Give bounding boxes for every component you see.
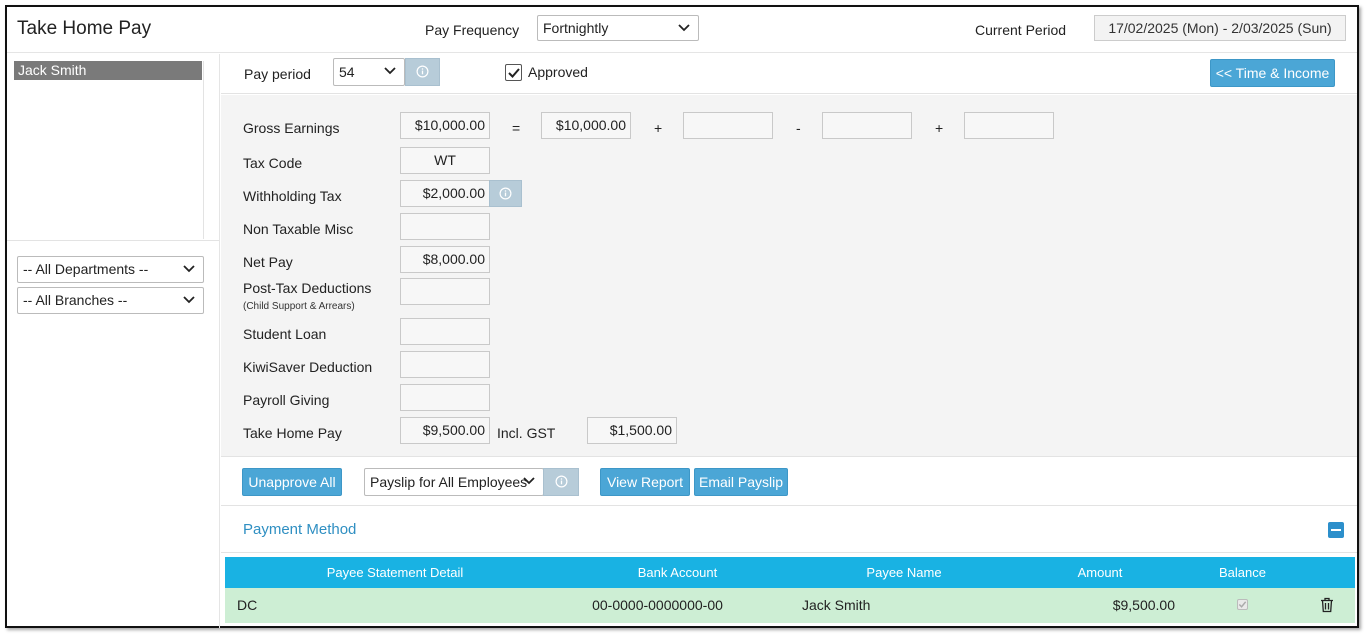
collapse-icon[interactable] <box>1328 522 1344 538</box>
pay-period-bar: Pay period 54 Approved << Time & Income <box>221 54 1357 94</box>
withholding-tax-info-button[interactable] <box>489 180 522 207</box>
view-report-button[interactable]: View Report <box>600 468 690 496</box>
approved-checkbox[interactable] <box>505 64 522 81</box>
balance-checkbox[interactable] <box>1237 599 1248 610</box>
gross-earnings-field[interactable]: $10,000.00 <box>400 112 490 139</box>
column-header-amount: Amount <box>1077 565 1123 580</box>
department-filter-value: -- All Departments -- <box>23 261 149 277</box>
divider <box>7 240 219 241</box>
pay-frequency-value: Fortnightly <box>543 20 609 36</box>
table-row[interactable]: DC 00-0000-0000000-00 Jack Smith $9,500.… <box>225 588 1355 623</box>
page-title: Take Home Pay <box>17 18 152 39</box>
kiwisaver-field[interactable] <box>400 351 490 378</box>
header: Take Home Pay Pay Frequency Fortnightly … <box>7 7 1357 53</box>
take-home-pay-label: Take Home Pay <box>243 425 342 441</box>
gross-part2-field[interactable] <box>683 112 773 139</box>
amount-cell[interactable]: $9,500.00 <box>1055 588 1175 623</box>
column-header-bank-account: Bank Account <box>637 565 718 580</box>
chevron-down-icon <box>183 257 195 281</box>
pay-details-form: Gross Earnings $10,000.00 = $10,000.00 +… <box>221 95 1357 457</box>
employee-list-item[interactable]: Jack Smith <box>14 61 202 80</box>
time-income-button[interactable]: << Time & Income <box>1210 59 1335 87</box>
post-tax-deductions-field[interactable] <box>400 278 490 305</box>
department-filter-select[interactable]: -- All Departments -- <box>17 256 204 283</box>
tax-code-field[interactable]: WT <box>400 147 490 174</box>
column-header-balance: Balance <box>1219 565 1266 580</box>
column-header-payee-statement-detail: Payee Statement Detail <box>326 565 464 580</box>
minus-sign: - <box>796 120 801 136</box>
payment-method-section: Payment Method <box>221 507 1357 553</box>
payroll-giving-label: Payroll Giving <box>243 392 330 408</box>
column-header-payee-name: Payee Name <box>866 565 942 580</box>
unapprove-all-button[interactable]: Unapprove All <box>242 468 342 496</box>
chevron-down-icon <box>678 16 690 40</box>
pay-frequency-select[interactable]: Fortnightly <box>537 15 699 41</box>
approved-label: Approved <box>528 64 588 80</box>
payslip-type-select[interactable]: Payslip for All Employees <box>364 468 544 496</box>
non-taxable-misc-field[interactable] <box>400 213 490 240</box>
gross-earnings-label: Gross Earnings <box>243 120 340 136</box>
non-taxable-misc-label: Non Taxable Misc <box>243 221 354 237</box>
chevron-down-icon <box>183 288 195 312</box>
plus-sign: + <box>935 120 944 136</box>
pay-frequency-label: Pay Frequency <box>425 22 520 38</box>
info-icon <box>406 65 439 78</box>
payee-statement-detail-cell[interactable]: DC <box>237 588 257 623</box>
net-pay-label: Net Pay <box>243 254 293 270</box>
gross-part1-field[interactable]: $10,000.00 <box>541 112 631 139</box>
table-header: Payee Statement Detail Bank Account Paye… <box>225 557 1355 588</box>
pay-period-info-button[interactable] <box>405 58 440 86</box>
kiwisaver-label: KiwiSaver Deduction <box>243 359 373 375</box>
student-loan-label: Student Loan <box>243 326 327 342</box>
branch-filter-value: -- All Branches -- <box>23 292 128 308</box>
employee-sidebar: Jack Smith -- All Departments -- -- All … <box>7 54 220 628</box>
payslip-actions-bar: Unapprove All Payslip for All Employees … <box>221 458 1357 506</box>
payroll-giving-field[interactable] <box>400 384 490 411</box>
chevron-down-icon <box>384 59 396 83</box>
payment-table: Payee Statement Detail Bank Account Paye… <box>225 557 1355 623</box>
net-pay-field[interactable]: $8,000.00 <box>400 246 490 273</box>
chevron-down-icon <box>523 469 535 493</box>
gross-part4-field[interactable] <box>964 112 1054 139</box>
equals-sign: = <box>512 120 521 136</box>
withholding-tax-field[interactable]: $2,000.00 <box>400 180 490 207</box>
tax-code-label: Tax Code <box>243 155 303 171</box>
current-period-field: 17/02/2025 (Mon) - 2/03/2025 (Sun) <box>1094 15 1346 41</box>
incl-gst-label: Incl. GST <box>497 425 556 441</box>
withholding-tax-label: Withholding Tax <box>243 188 342 204</box>
pay-period-value: 54 <box>339 64 355 80</box>
payslip-info-button[interactable] <box>543 468 579 496</box>
info-icon <box>490 187 521 200</box>
post-tax-deductions-sublabel: (Child Support & Arrears) <box>243 301 355 312</box>
email-payslip-button[interactable]: Email Payslip <box>694 468 788 496</box>
gross-part3-field[interactable] <box>822 112 912 139</box>
student-loan-field[interactable] <box>400 318 490 345</box>
plus-sign: + <box>654 120 663 136</box>
pay-period-label: Pay period <box>244 66 311 82</box>
pay-period-select[interactable]: 54 <box>333 58 405 86</box>
current-period-label: Current Period <box>975 22 1067 38</box>
employee-list: Jack Smith <box>14 61 204 239</box>
info-icon <box>544 475 578 488</box>
payee-name-cell[interactable]: Jack Smith <box>802 588 870 623</box>
post-tax-deductions-label: Post-Tax Deductions <box>243 280 372 296</box>
incl-gst-field[interactable]: $1,500.00 <box>587 417 677 444</box>
take-home-pay-field[interactable]: $9,500.00 <box>400 417 490 444</box>
checkmark-icon <box>506 66 521 80</box>
payment-method-title: Payment Method <box>243 521 357 538</box>
payslip-type-value: Payslip for All Employees <box>370 474 528 490</box>
bank-account-cell[interactable]: 00-0000-0000000-00 <box>575 588 740 623</box>
branch-filter-select[interactable]: -- All Branches -- <box>17 287 204 314</box>
trash-icon[interactable] <box>1320 597 1334 616</box>
take-home-pay-window: Take Home Pay Pay Frequency Fortnightly … <box>5 5 1359 628</box>
